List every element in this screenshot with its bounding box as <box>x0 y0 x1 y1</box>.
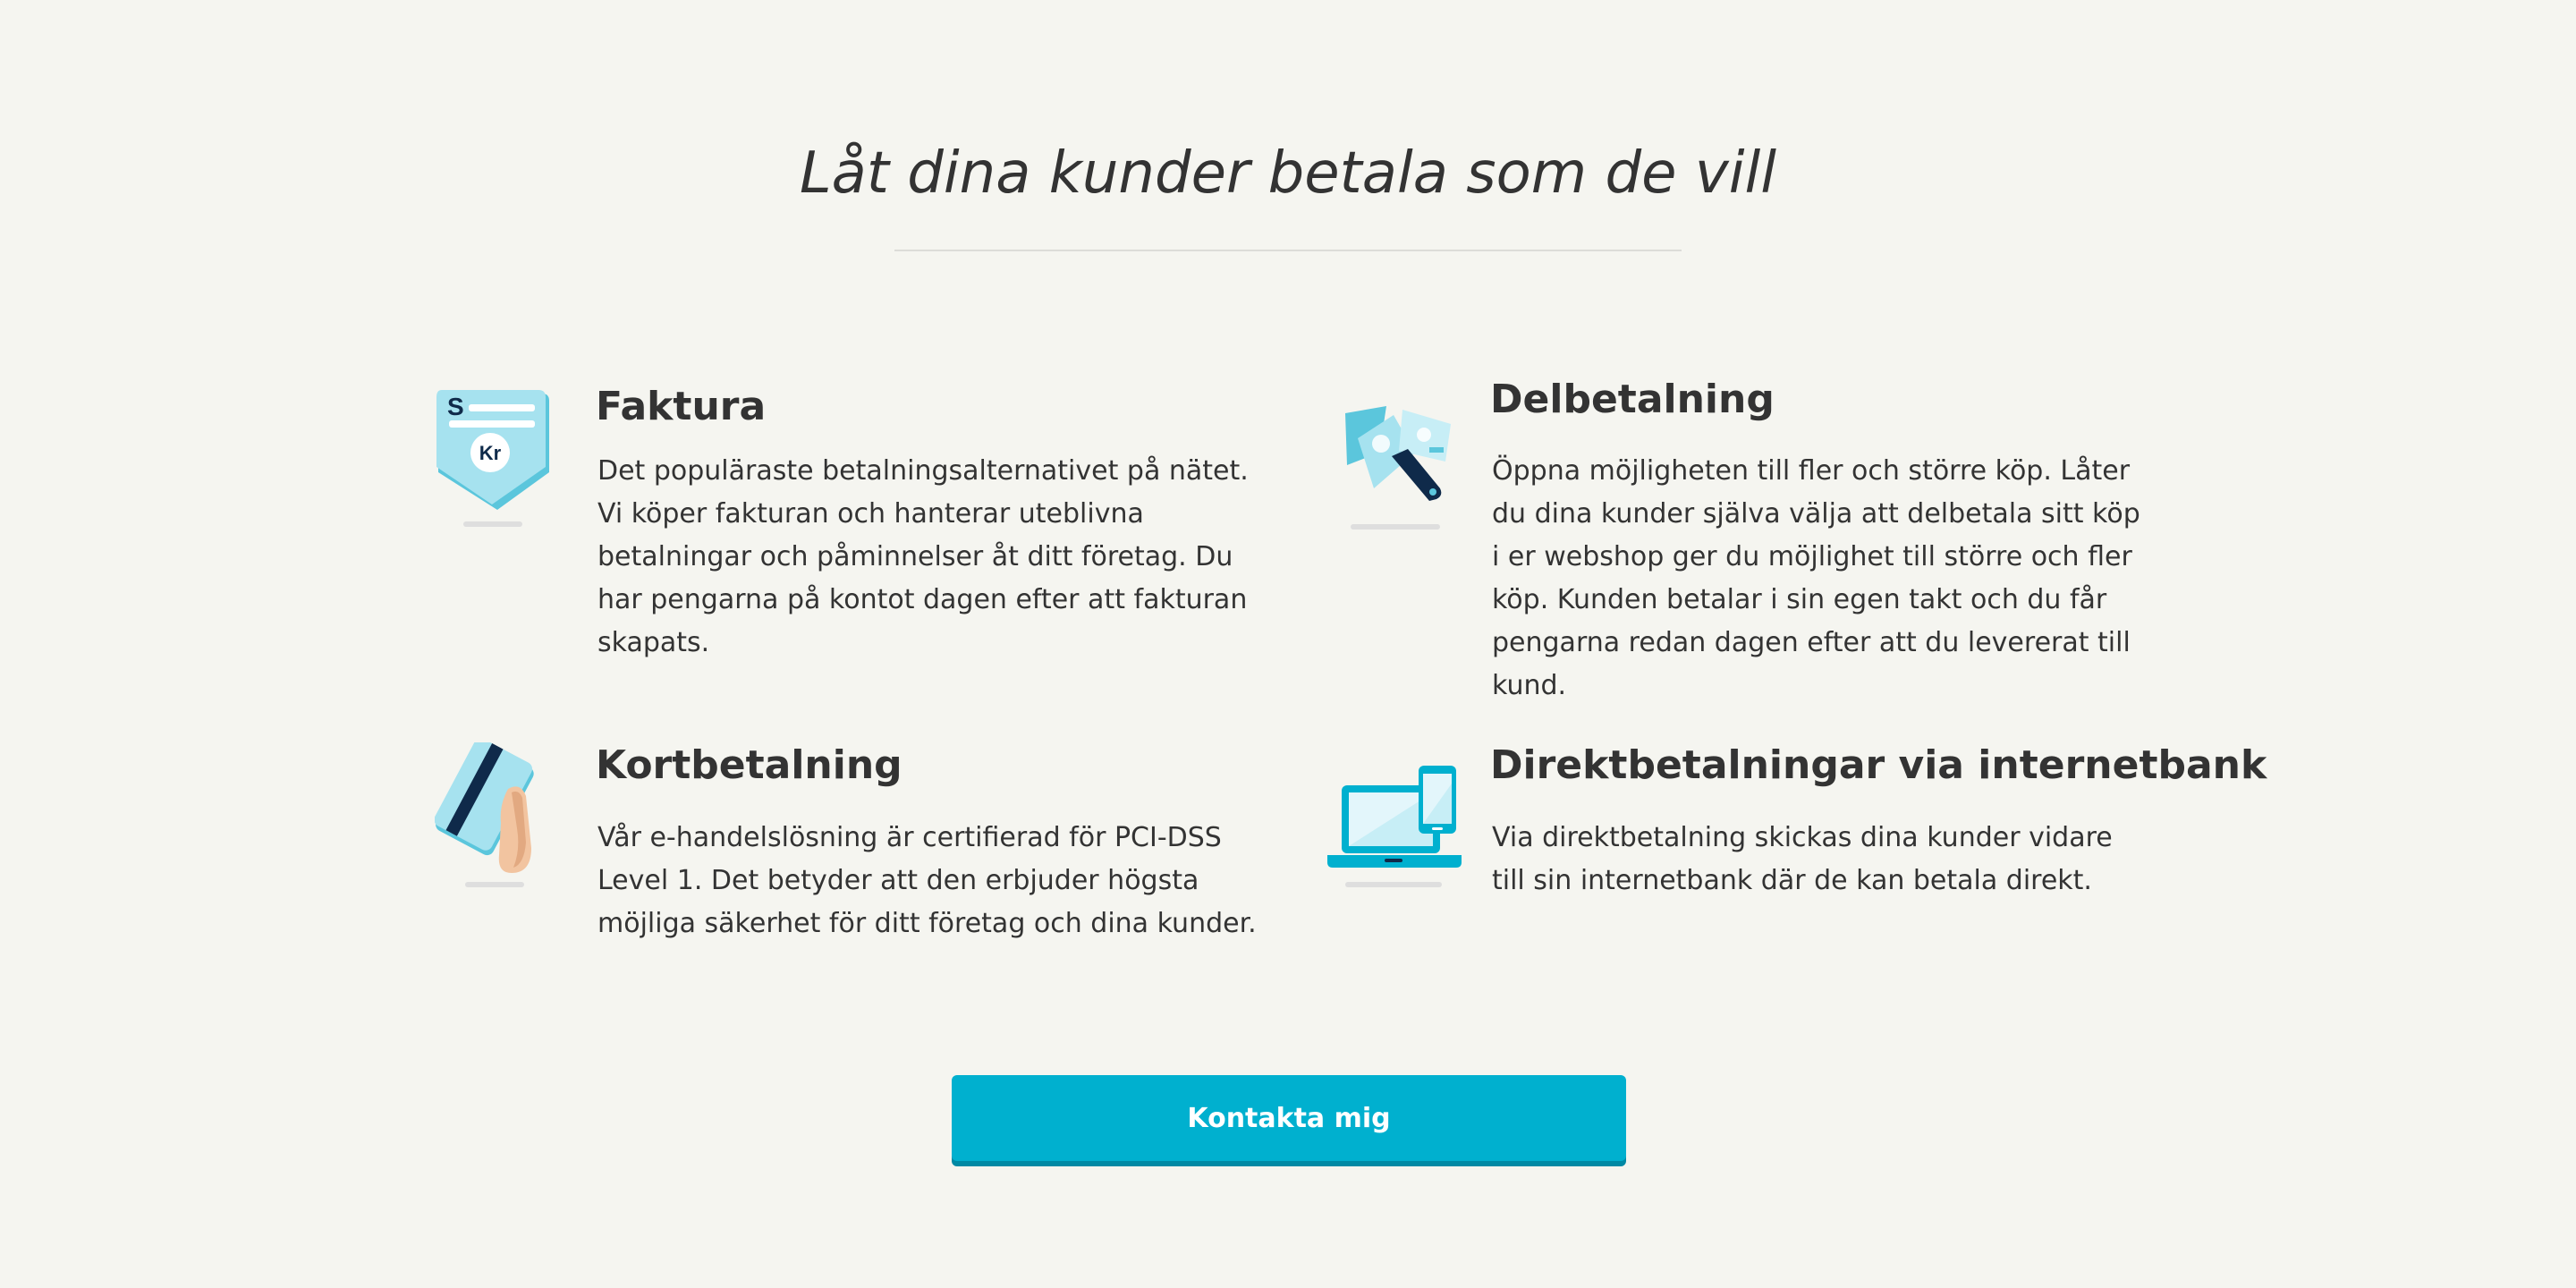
feature-title: Direktbetalningar via internetbank <box>1490 742 2267 788</box>
laptop-phone-icon <box>1326 762 1463 880</box>
feature-description: Det populäraste betalningsalternativet p… <box>597 455 1249 658</box>
feature-description: Via direktbetalning skickas dina kunder … <box>1492 822 2113 896</box>
card-in-hand-icon <box>435 742 547 877</box>
icon-shadow <box>1351 524 1440 530</box>
icon-shadow <box>463 521 522 527</box>
icon-shadow <box>465 882 524 887</box>
invoice-letter: S <box>447 393 464 420</box>
feature-description: Öppna möjligheten till fler och större k… <box>1492 455 2140 701</box>
headline-divider <box>894 250 1682 251</box>
invoice-icon: S Kr <box>433 386 553 512</box>
invoice-badge: Kr <box>479 442 502 464</box>
feature-title: Delbetalning <box>1490 377 1775 422</box>
section-headline: Låt dina kunder betala som de vill <box>799 140 1777 207</box>
payment-methods-section: Låt dina kunder betala som de vill S Kr … <box>0 0 2576 1288</box>
installment-money-icon <box>1340 402 1456 510</box>
contact-me-button[interactable]: Kontakta mig <box>952 1075 1626 1161</box>
feature-description: Vår e-handelslösning är certifierad för … <box>597 822 1257 939</box>
icon-shadow <box>1345 882 1442 887</box>
feature-title: Faktura <box>596 384 767 429</box>
feature-title: Kortbetalning <box>596 742 902 788</box>
